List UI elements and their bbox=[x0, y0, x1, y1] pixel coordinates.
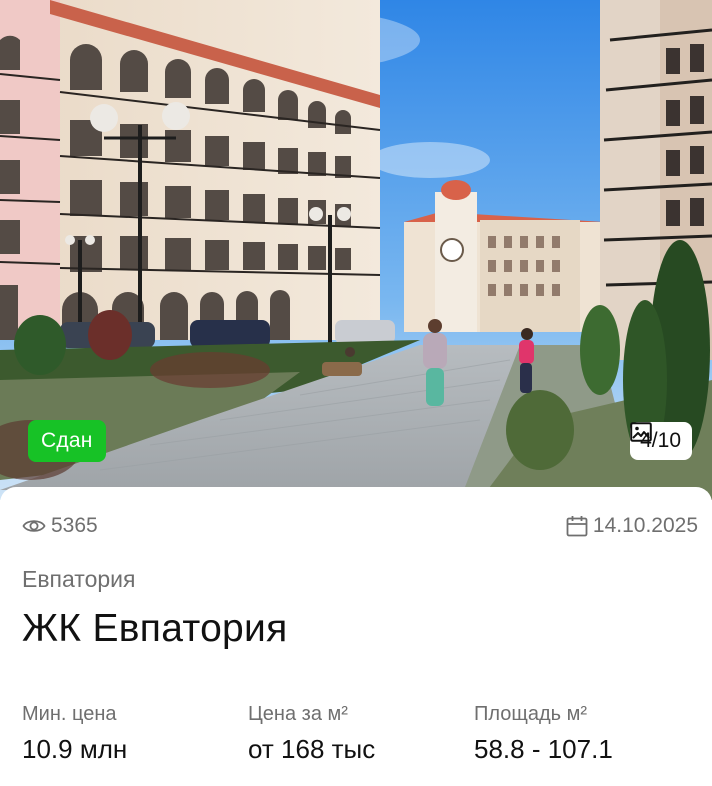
listing-city: Евпатория bbox=[22, 566, 136, 592]
stat-min-price: Мин. цена 10.9 млн bbox=[22, 703, 127, 765]
listing-info: 5365 14.10.2025 Евпатория ЖК Евпатория М… bbox=[0, 487, 712, 786]
listing-meta: 5365 14.10.2025 bbox=[22, 513, 698, 539]
status-badge: Сдан bbox=[28, 420, 106, 462]
listing-photo[interactable]: Сдан 4/10 bbox=[0, 0, 712, 500]
stat-value: 58.8 - 107.1 bbox=[474, 734, 613, 764]
views-count-text: 5365 bbox=[51, 514, 98, 537]
stat-value: 10.9 млн bbox=[22, 734, 128, 764]
listing-date: 14.10.2025 bbox=[566, 514, 698, 538]
stat-label: Цена за м² bbox=[248, 703, 348, 725]
stat-label: Площадь м² bbox=[474, 703, 588, 725]
listing-date-text: 14.10.2025 bbox=[592, 514, 698, 537]
stat-price-per-sqm: Цена за м² от 168 тыс bbox=[248, 703, 375, 765]
listing-card[interactable]: Сдан 4/10 5365 14.10.2025 Евпатория ЖК Е… bbox=[0, 0, 712, 786]
stat-area: Площадь м² 58.8 - 107.1 bbox=[474, 703, 613, 765]
stat-value: от 168 тыс bbox=[248, 734, 376, 764]
eye-icon bbox=[22, 520, 46, 532]
listing-stats: Мин. цена 10.9 млн Цена за м² от 168 тыс… bbox=[22, 703, 702, 773]
listing-title[interactable]: ЖК Евпатория bbox=[22, 607, 288, 651]
stat-label: Мин. цена bbox=[22, 703, 117, 725]
residential-complex-photo bbox=[0, 0, 712, 500]
image-gallery-icon bbox=[630, 422, 652, 442]
views-count: 5365 bbox=[22, 514, 98, 538]
calendar-icon bbox=[566, 516, 588, 537]
photo-counter[interactable]: 4/10 bbox=[630, 422, 692, 460]
